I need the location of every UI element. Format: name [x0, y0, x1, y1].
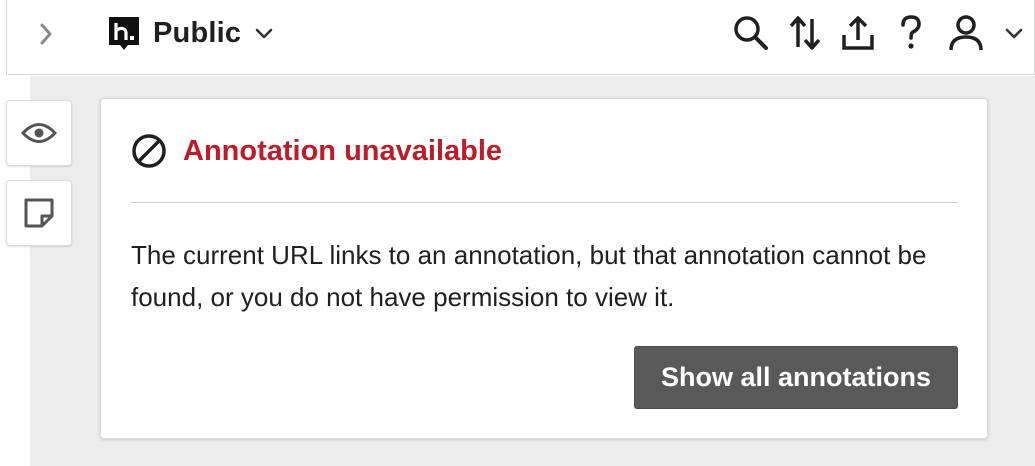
show-all-annotations-button[interactable]: Show all annotations	[634, 346, 958, 409]
share-icon	[842, 16, 874, 50]
help-icon	[901, 15, 921, 49]
collapse-sidebar-button[interactable]	[29, 17, 63, 51]
user-menu-button[interactable]	[942, 12, 990, 54]
sort-button[interactable]	[783, 12, 827, 54]
divider	[131, 202, 958, 203]
user-icon	[949, 15, 983, 51]
restricted-icon	[132, 134, 166, 168]
error-message: The current URL links to an annotation, …	[131, 240, 927, 312]
group-name: Public	[153, 16, 242, 49]
help-button[interactable]	[892, 12, 930, 54]
hypothesis-logo-icon	[109, 17, 139, 50]
card-header: Annotation unavailable	[131, 133, 502, 169]
chevron-down-icon	[1005, 28, 1023, 39]
share-button[interactable]	[836, 12, 880, 54]
card-title: Annotation unavailable	[183, 134, 503, 167]
eye-icon	[20, 123, 58, 143]
note-icon	[24, 198, 54, 228]
search-button[interactable]	[729, 12, 773, 54]
user-menu-toggle[interactable]	[999, 12, 1029, 54]
chevron-down-icon	[255, 28, 273, 39]
sort-icon	[789, 16, 821, 50]
new-page-note-tab[interactable]	[6, 180, 72, 246]
search-icon	[734, 16, 768, 50]
group-selector[interactable]: Public	[107, 12, 275, 54]
toggle-highlights-tab[interactable]	[6, 100, 72, 166]
top-bar: Public	[6, 0, 1035, 75]
chevron-right-icon	[40, 23, 52, 45]
annotation-unavailable-card: Annotation unavailable The current URL l…	[100, 98, 988, 439]
